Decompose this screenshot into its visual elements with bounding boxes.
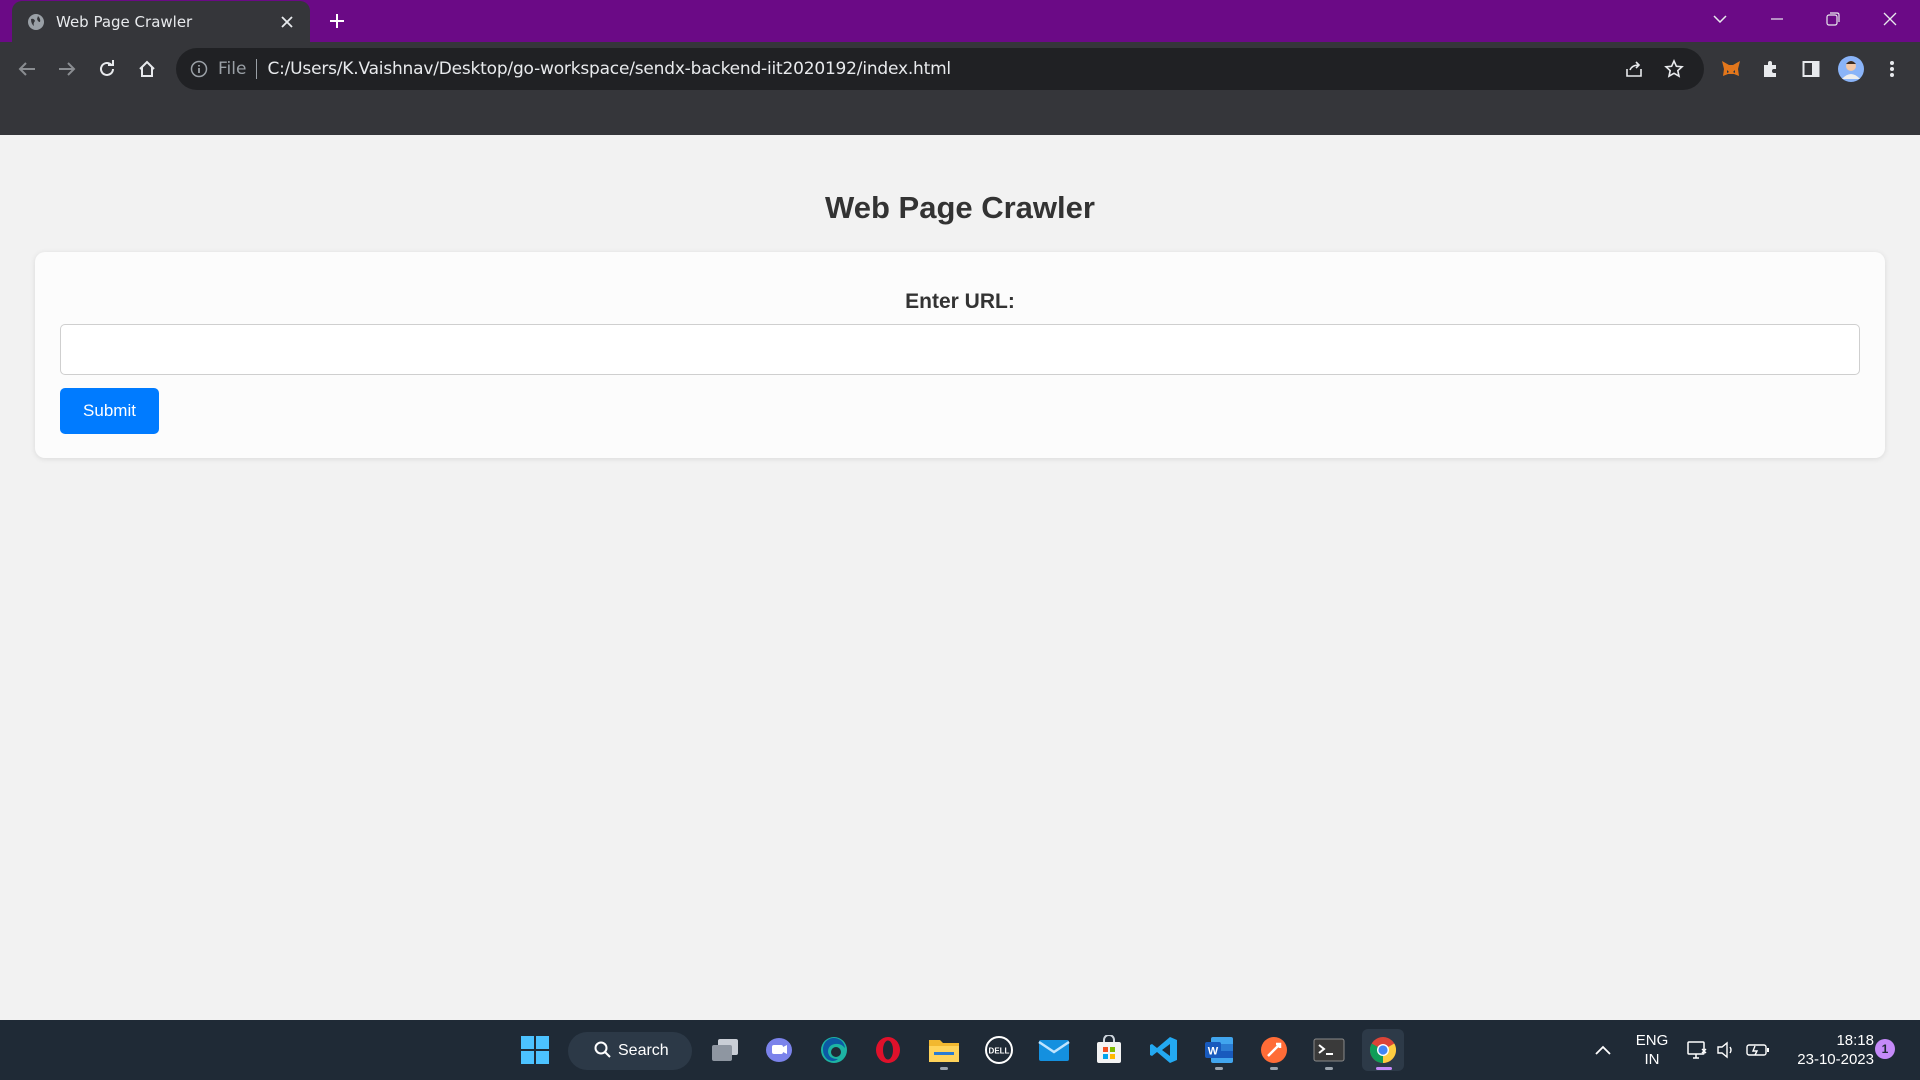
search-label: Search	[618, 1042, 669, 1059]
battery-icon[interactable]	[1744, 1020, 1772, 1080]
language-line-1: ENG	[1635, 1032, 1669, 1049]
url-input[interactable]	[60, 324, 1860, 375]
chrome-menu-icon[interactable]	[1875, 52, 1909, 86]
clock-date: 23-10-2023	[1797, 1051, 1874, 1068]
word-icon[interactable]: W	[1198, 1029, 1240, 1071]
web-page: Web Page Crawler Enter URL: Submit	[0, 135, 1920, 1020]
vscode-icon[interactable]	[1143, 1029, 1185, 1071]
tab-search-icon[interactable]	[1692, 0, 1748, 38]
running-indicator	[1376, 1067, 1392, 1070]
clock-time: 18:18	[1836, 1032, 1874, 1049]
svg-text:W: W	[1208, 1046, 1219, 1058]
forward-button[interactable]	[50, 52, 84, 86]
postman-icon[interactable]	[1253, 1029, 1295, 1071]
terminal-icon[interactable]	[1308, 1029, 1350, 1071]
browser-tab[interactable]: Web Page Crawler	[12, 1, 310, 42]
new-tab-button[interactable]	[322, 8, 352, 34]
profile-avatar[interactable]	[1834, 52, 1868, 86]
chevron-up-icon[interactable]	[1589, 1020, 1617, 1080]
task-view-icon[interactable]	[704, 1029, 746, 1071]
network-icon[interactable]	[1684, 1020, 1710, 1080]
search-icon	[594, 1041, 612, 1064]
close-window-button[interactable]	[1862, 0, 1918, 38]
mail-icon[interactable]	[1033, 1029, 1075, 1071]
file-explorer-icon[interactable]	[923, 1029, 965, 1071]
microsoft-store-icon[interactable]	[1088, 1029, 1130, 1071]
browser-toolbar: File C:/Users/K.Vaishnav/Desktop/go-work…	[0, 42, 1920, 96]
volume-icon[interactable]	[1714, 1020, 1738, 1080]
svg-text:DELL: DELL	[989, 1047, 1010, 1056]
running-indicator	[1215, 1067, 1223, 1070]
crawler-form: Enter URL: Submit	[35, 252, 1885, 458]
opera-icon[interactable]	[867, 1029, 909, 1071]
back-button[interactable]	[10, 52, 44, 86]
url-text[interactable]: C:/Users/K.Vaishnav/Desktop/go-workspace…	[267, 59, 1612, 79]
submit-button[interactable]: Submit	[60, 388, 159, 434]
taskbar-clock[interactable]: 18:18 23-10-2023	[1780, 1031, 1874, 1069]
teams-chat-icon[interactable]	[758, 1029, 800, 1071]
home-button[interactable]	[130, 52, 164, 86]
share-icon[interactable]	[1616, 53, 1652, 85]
windows-taskbar: Search DELL W ENG IN 18:18 23-10-2023 1	[0, 1020, 1920, 1080]
bookmarks-bar	[0, 96, 1920, 135]
metamask-extension-icon[interactable]	[1714, 52, 1748, 86]
edge-icon[interactable]	[813, 1029, 855, 1071]
running-indicator	[1270, 1067, 1278, 1070]
language-line-2: IN	[1644, 1051, 1660, 1068]
minimize-button[interactable]	[1749, 0, 1805, 38]
running-indicator	[1325, 1067, 1333, 1070]
dell-icon[interactable]: DELL	[978, 1029, 1020, 1071]
windows-start-icon[interactable]	[514, 1029, 556, 1071]
extensions-icon[interactable]	[1754, 52, 1788, 86]
side-panel-icon[interactable]	[1794, 52, 1828, 86]
address-separator	[256, 59, 258, 79]
bookmark-star-icon[interactable]	[1656, 53, 1692, 85]
taskbar-search[interactable]: Search	[568, 1032, 692, 1070]
reload-button[interactable]	[90, 52, 124, 86]
site-info-icon[interactable]	[188, 58, 210, 80]
scheme-label: File	[218, 59, 247, 79]
globe-icon	[26, 12, 46, 32]
browser-tab-strip: Web Page Crawler	[0, 0, 1920, 42]
language-indicator[interactable]: ENG IN	[1628, 1031, 1676, 1069]
url-label: Enter URL:	[905, 290, 1015, 313]
running-indicator	[940, 1067, 948, 1070]
page-title: Web Page Crawler	[825, 190, 1095, 225]
address-bar[interactable]: File C:/Users/K.Vaishnav/Desktop/go-work…	[176, 48, 1704, 90]
tab-title: Web Page Crawler	[56, 12, 193, 31]
notification-badge[interactable]: 1	[1875, 1039, 1895, 1059]
chrome-icon[interactable]	[1362, 1029, 1404, 1071]
restore-button[interactable]	[1805, 0, 1861, 38]
close-tab-icon[interactable]	[276, 11, 298, 33]
